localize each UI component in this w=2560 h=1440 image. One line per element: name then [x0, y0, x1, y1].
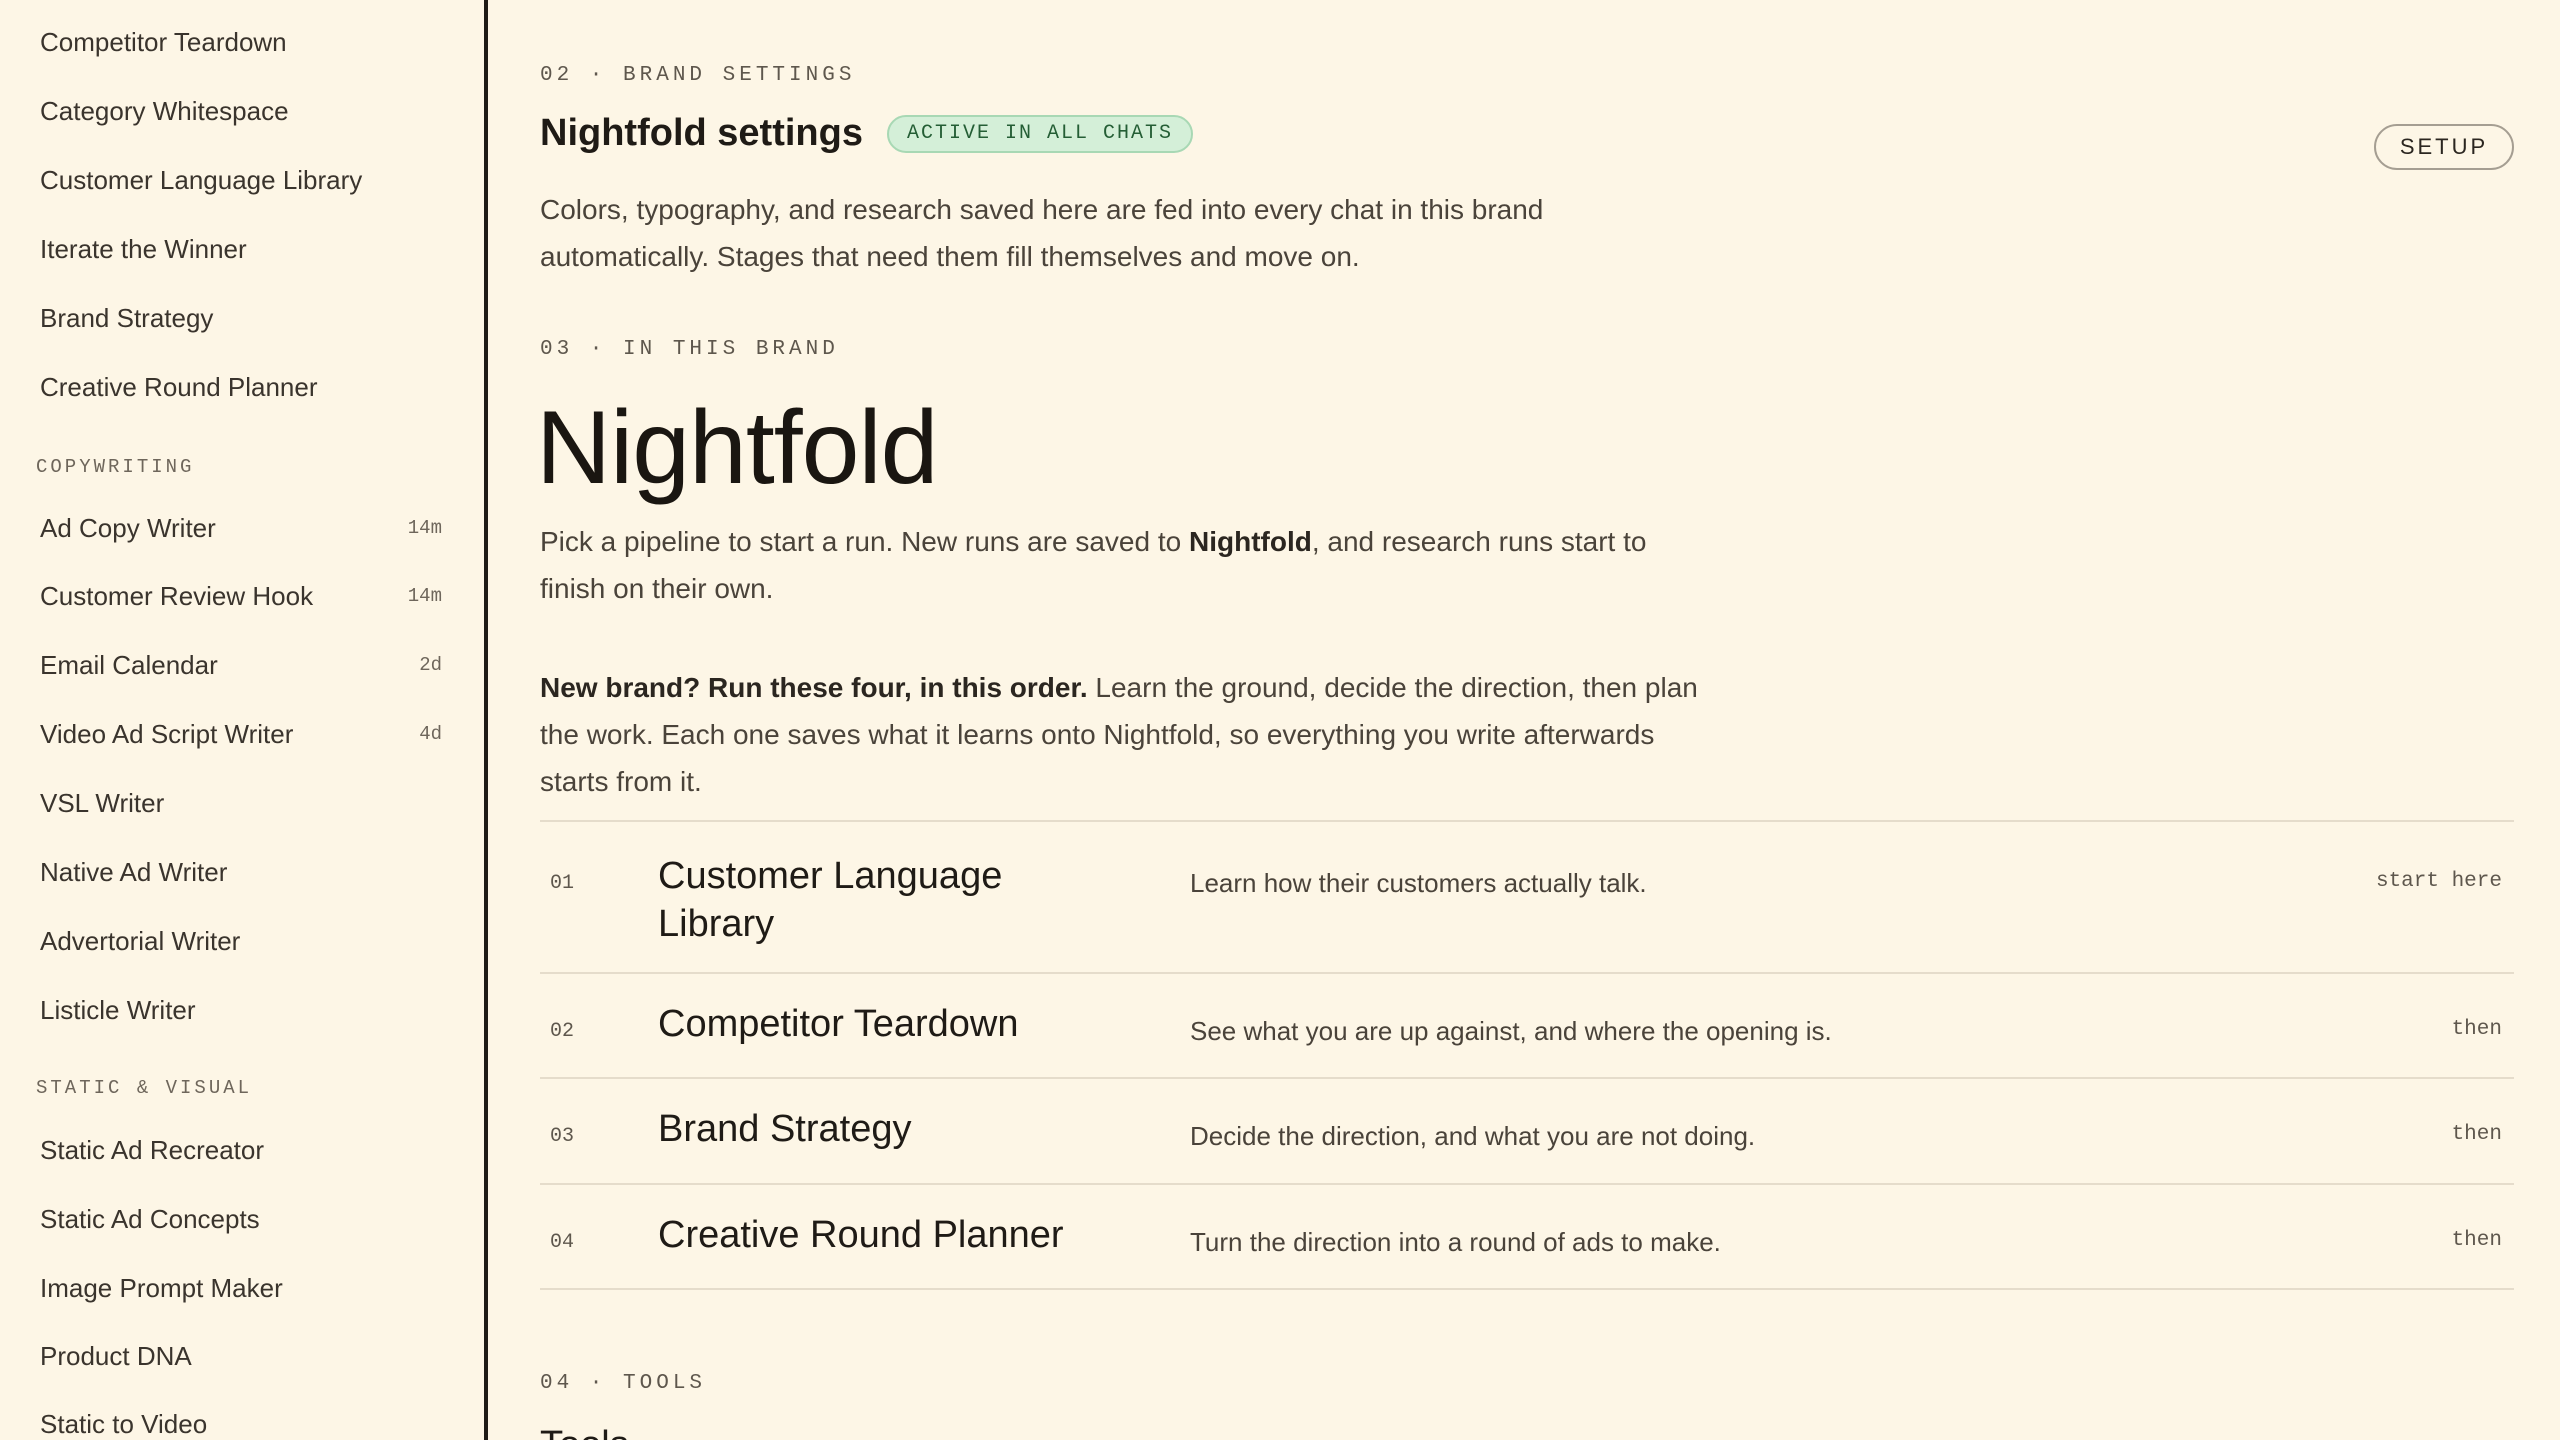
brand-intro-text: , and research runs start to [1311, 526, 1647, 557]
onboarding-line: starts from it. [540, 766, 702, 797]
onboarding-text: Learn the ground, decide the direction, … [1087, 672, 1698, 703]
brand-intro-line: finish on their own. [540, 573, 774, 604]
section-eyebrow-in-this-brand: 03 · IN THIS BRAND [540, 338, 839, 361]
settings-title-row: Nightfold settings ACTIVE IN ALL CHATS [540, 112, 1194, 155]
sidebar-item-timestamp: 14m [407, 517, 442, 539]
sidebar-item-listicle-writer[interactable]: Listicle Writer [40, 982, 452, 1038]
pipeline-step-number: 04 [550, 1231, 575, 1254]
pipeline-list: 01 Customer Language Library Learn how t… [540, 820, 2514, 1290]
sidebar-item-label: Customer Language Library [40, 164, 363, 195]
pipeline-step-description: Decide the direction, and what you are n… [1190, 1121, 1756, 1151]
pipeline-step-name: Brand Strategy [658, 1108, 912, 1150]
sidebar-item-label: Static to Video [40, 1408, 208, 1439]
sidebar-item-label: Category Whitespace [40, 95, 289, 126]
sidebar: Competitor Teardown Category Whitespace … [0, 0, 488, 1440]
sidebar-item-label: Static Ad Concepts [40, 1203, 260, 1234]
settings-description-line: automatically. Stages that need them fil… [540, 241, 1360, 272]
pipeline-step-number: 02 [550, 1020, 575, 1043]
sidebar-item-native-ad-writer[interactable]: Native Ad Writer [40, 844, 452, 900]
section-eyebrow-brand-settings: 02 · BRAND SETTINGS [540, 64, 856, 87]
pipeline-step-tag: then [2451, 1229, 2502, 1252]
sidebar-item-advertorial-writer[interactable]: Advertorial Writer [40, 913, 452, 969]
sidebar-item-label: Email Calendar [40, 649, 218, 680]
onboarding-lead: New brand? Run these four, in this order… [540, 672, 1088, 703]
sidebar-item-vsl-writer[interactable]: VSL Writer [40, 775, 452, 831]
settings-title: Nightfold settings [540, 112, 863, 154]
sidebar-item-label: Listicle Writer [40, 994, 196, 1025]
sidebar-item-label: Iterate the Winner [40, 233, 247, 264]
sidebar-item-customer-review-hook[interactable]: Customer Review Hook 14m [40, 568, 452, 624]
sidebar-section-copywriting: COPYWRITING [36, 456, 195, 478]
sidebar-item-label: Customer Review Hook [40, 580, 314, 611]
pipeline-step-number: 01 [550, 872, 575, 895]
sidebar-item-iterate-the-winner[interactable]: Iterate the Winner [40, 221, 452, 277]
sidebar-item-label: Product DNA [40, 1340, 192, 1371]
brand-title: Nightfold [536, 390, 938, 506]
setup-button[interactable]: SETUP [2374, 124, 2514, 170]
sidebar-item-brand-strategy[interactable]: Brand Strategy [40, 290, 452, 346]
sidebar-item-label: Static Ad Recreator [40, 1134, 264, 1165]
pipeline-row-brand-strategy[interactable]: 03 Brand Strategy Decide the direction, … [540, 1079, 2514, 1185]
pipeline-step-name: Competitor Teardown [658, 1003, 1019, 1045]
onboarding-line: the work. Each one saves what it learns … [540, 719, 1655, 750]
sidebar-item-label: Image Prompt Maker [40, 1272, 283, 1303]
pipeline-row-competitor-teardown[interactable]: 02 Competitor Teardown See what you are … [540, 974, 2514, 1079]
sidebar-item-competitor-teardown[interactable]: Competitor Teardown [40, 14, 452, 70]
sidebar-item-label: Brand Strategy [40, 302, 214, 333]
tools-heading: Tools [540, 1424, 629, 1440]
pipeline-step-description: Turn the direction into a round of ads t… [1190, 1227, 1721, 1257]
sidebar-item-label: Competitor Teardown [40, 26, 287, 57]
pipeline-step-name: Creative Round Planner [658, 1214, 1064, 1256]
brand-name-inline: Nightfold [1189, 526, 1312, 557]
brand-intro: Pick a pipeline to start a run. New runs… [540, 518, 1646, 612]
main-content: 02 · BRAND SETTINGS Nightfold settings A… [536, 0, 2514, 1440]
sidebar-item-customer-language-library[interactable]: Customer Language Library [40, 152, 452, 208]
sidebar-item-timestamp: 4d [419, 723, 442, 745]
sidebar-item-label: VSL Writer [40, 787, 165, 818]
pipeline-step-description: See what you are up against, and where t… [1190, 1016, 1832, 1046]
pipeline-step-tag: then [2451, 1123, 2502, 1146]
settings-description: Colors, typography, and research saved h… [540, 186, 1543, 280]
sidebar-item-timestamp: 14m [407, 585, 442, 607]
sidebar-section-static-visual: STATIC & VISUAL [36, 1077, 253, 1099]
sidebar-item-product-dna[interactable]: Product DNA [40, 1328, 452, 1384]
sidebar-item-category-whitespace[interactable]: Category Whitespace [40, 83, 452, 139]
brand-intro-text: Pick a pipeline to start a run. New runs… [540, 526, 1189, 557]
sidebar-item-image-prompt-maker[interactable]: Image Prompt Maker [40, 1260, 452, 1316]
onboarding-line: New brand? Run these four, in this order… [540, 664, 1698, 711]
sidebar-item-email-calendar[interactable]: Email Calendar 2d [40, 637, 452, 693]
section-eyebrow-tools: 04 · TOOLS [540, 1372, 707, 1395]
pipeline-step-description: Learn how their customers actually talk. [1190, 868, 1647, 898]
sidebar-item-ad-copy-writer[interactable]: Ad Copy Writer 14m [40, 500, 452, 556]
app-window: Competitor Teardown Category Whitespace … [0, 0, 2560, 1440]
sidebar-item-static-ad-recreator[interactable]: Static Ad Recreator [40, 1122, 452, 1178]
pipeline-row-customer-language-library[interactable]: 01 Customer Language Library Learn how t… [540, 822, 2514, 974]
sidebar-item-static-ad-concepts[interactable]: Static Ad Concepts [40, 1191, 452, 1247]
pipeline-step-tag: then [2451, 1018, 2502, 1041]
onboarding-instructions: New brand? Run these four, in this order… [540, 664, 1698, 805]
brand-intro-line: Pick a pipeline to start a run. New runs… [540, 518, 1646, 565]
settings-description-line: Colors, typography, and research saved h… [540, 194, 1544, 225]
pipeline-step-tag: start here [2375, 870, 2502, 893]
sidebar-item-timestamp: 2d [419, 654, 442, 676]
pipeline-step-name: Customer Language Library [658, 855, 1003, 945]
sidebar-item-video-ad-script-writer[interactable]: Video Ad Script Writer 4d [40, 706, 452, 762]
sidebar-item-label: Ad Copy Writer [40, 512, 216, 543]
sidebar-item-label: Video Ad Script Writer [40, 718, 294, 749]
pipeline-row-creative-round-planner[interactable]: 04 Creative Round Planner Turn the direc… [540, 1185, 2514, 1290]
sidebar-item-label: Creative Round Planner [40, 371, 318, 402]
sidebar-item-static-to-video[interactable]: Static to Video [40, 1396, 452, 1440]
pipeline-step-number: 03 [550, 1125, 575, 1148]
sidebar-item-label: Advertorial Writer [40, 925, 241, 956]
sidebar-item-label: Native Ad Writer [40, 856, 228, 887]
sidebar-item-creative-round-planner[interactable]: Creative Round Planner [40, 359, 452, 415]
status-badge: ACTIVE IN ALL CHATS [886, 114, 1194, 153]
